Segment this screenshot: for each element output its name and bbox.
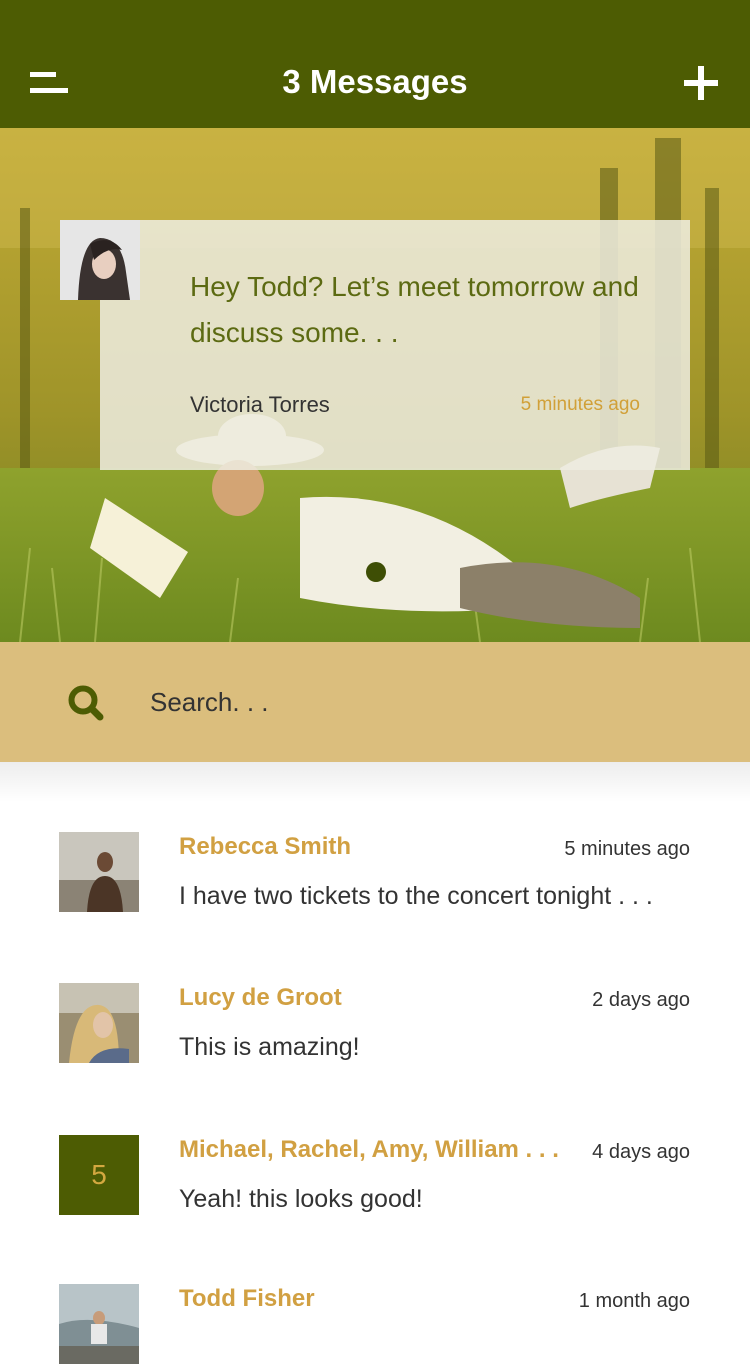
- sender-name: Michael, Rachel, Amy, William . . .: [179, 1136, 559, 1163]
- search-icon[interactable]: [68, 685, 104, 721]
- avatar: [59, 832, 139, 912]
- avatar: [60, 220, 140, 300]
- featured-message-sender: Victoria Torres: [190, 392, 330, 417]
- list-item[interactable]: Todd Fisher 1 month ago: [0, 1214, 750, 1364]
- message-preview: I have two tickets to the concert tonigh…: [179, 882, 653, 910]
- list-item[interactable]: Rebecca Smith 5 minutes ago I have two t…: [0, 762, 750, 912]
- plus-icon-vertical: [698, 66, 704, 100]
- list-item[interactable]: 5 Michael, Rachel, Amy, William . . . 4 …: [0, 1065, 750, 1215]
- avatar-image: [59, 983, 139, 1063]
- avatar-image: [59, 832, 139, 912]
- message-preview: This is amazing!: [179, 1033, 360, 1061]
- carousel-indicator[interactable]: [366, 562, 386, 582]
- featured-message-text: Hey Todd? Let’s meet tomorrow and discus…: [190, 271, 639, 348]
- featured-avatar-image: [60, 220, 140, 300]
- list-item[interactable]: Lucy de Groot 2 days ago This is amazing…: [0, 913, 750, 1063]
- sender-name: Rebecca Smith: [179, 833, 352, 860]
- avatar-image: [59, 1284, 139, 1364]
- message-time: 5 minutes ago: [564, 838, 690, 860]
- app-header: 3 Messages: [0, 0, 750, 128]
- message-time: 1 month ago: [578, 1290, 690, 1312]
- page-title: 3 Messages: [282, 63, 468, 100]
- plus-icon[interactable]: [684, 66, 718, 100]
- message-time: 4 days ago: [592, 1141, 690, 1163]
- search-input[interactable]: [150, 680, 710, 724]
- message-time: 2 days ago: [592, 989, 690, 1011]
- hero-banner: Hey Todd? Let’s meet tomorrow and discus…: [0, 128, 750, 642]
- sender-name: Lucy de Groot: [179, 984, 342, 1011]
- group-count-badge: 5: [59, 1135, 139, 1215]
- sender-name: Todd Fisher: [179, 1285, 315, 1312]
- featured-message-time: 5 minutes ago: [520, 394, 640, 415]
- search-bar: [0, 642, 750, 762]
- avatar: [59, 983, 139, 1063]
- avatar: [59, 1284, 139, 1364]
- message-preview: Yeah! this looks good!: [179, 1185, 423, 1213]
- featured-message-card[interactable]: Hey Todd? Let’s meet tomorrow and discus…: [100, 220, 690, 470]
